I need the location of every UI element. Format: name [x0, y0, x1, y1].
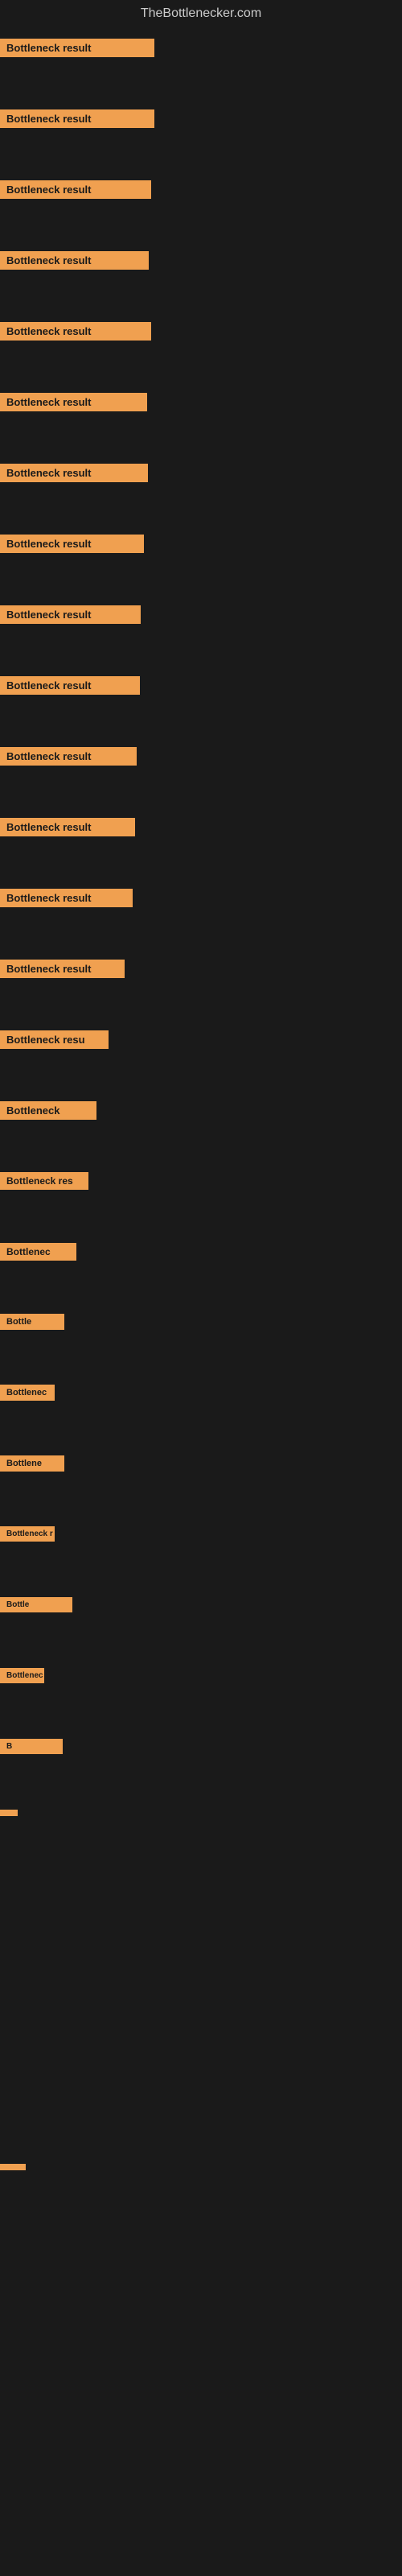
list-item: Bottleneck result [0, 597, 402, 668]
list-item: B [0, 1731, 402, 1802]
bottleneck-label: Bottlenec [0, 1243, 76, 1261]
bottleneck-label: Bottleneck result [0, 251, 149, 270]
bottleneck-label: Bottleneck result [0, 960, 125, 978]
list-item: Bottleneck result [0, 526, 402, 597]
bottleneck-label: Bottleneck result [0, 605, 141, 624]
bottleneck-label: Bottleneck res [0, 1172, 88, 1190]
list-item: Bottlene [0, 1447, 402, 1518]
list-item: Bottleneck resu [0, 1022, 402, 1093]
list-item: Bottleneck result [0, 31, 402, 101]
bottleneck-label: Bottleneck result [0, 109, 154, 128]
list-item [0, 2297, 402, 2368]
list-item: Bottlenec [0, 1660, 402, 1731]
list-item: Bottleneck result [0, 314, 402, 385]
bottleneck-label: Bottleneck result [0, 180, 151, 199]
list-item: Bottleneck result [0, 952, 402, 1022]
list-item: Bottleneck r [0, 1518, 402, 1589]
bottleneck-label: Bottle [0, 1597, 72, 1612]
bottleneck-label: Bottleneck result [0, 676, 140, 695]
list-item: Bottleneck result [0, 739, 402, 810]
list-item: Bottleneck result [0, 385, 402, 456]
list-item [0, 2014, 402, 2085]
list-item [0, 1802, 402, 1872]
list-item: Bo [0, 2085, 402, 2156]
site-title: TheBottlenecker.com [0, 0, 402, 31]
list-item [0, 1872, 402, 1943]
list-item: Bottleneck result [0, 668, 402, 739]
list-item [0, 1943, 402, 2014]
list-item: Bottleneck res [0, 1164, 402, 1235]
bottleneck-label: Bottleneck result [0, 464, 148, 482]
bottleneck-label: Bottlenec [0, 1385, 55, 1401]
bottleneck-label [0, 2164, 26, 2170]
bottleneck-label: B [0, 1739, 63, 1754]
list-item: Bottleneck result [0, 172, 402, 243]
bottleneck-label: Bottleneck result [0, 393, 147, 411]
bottleneck-label: Bottleneck result [0, 322, 151, 341]
list-item [0, 2227, 402, 2297]
bottleneck-label: Bottleneck result [0, 889, 133, 907]
list-item: Bottlenec [0, 1235, 402, 1306]
list-item: Bottleneck [0, 1093, 402, 1164]
bottleneck-label: Bottlenec [0, 1668, 44, 1683]
list-item: Bottleneck result [0, 456, 402, 526]
list-item: Bottlenec [0, 1377, 402, 1447]
list-item: Bottleneck result [0, 101, 402, 172]
bottleneck-label: Bottleneck r [0, 1526, 55, 1542]
bottleneck-label: Bottleneck result [0, 535, 144, 553]
bottleneck-label: Bottleneck [0, 1101, 96, 1120]
list-item [0, 2156, 402, 2227]
bottleneck-label [0, 1810, 18, 1816]
bottleneck-label: Bottleneck result [0, 747, 137, 766]
list-item: Bottleneck result [0, 810, 402, 881]
list-item: Bottleneck result [0, 243, 402, 314]
list-item: Bottle [0, 1589, 402, 1660]
list-item [0, 2368, 402, 2439]
bottleneck-label: Bottleneck result [0, 39, 154, 57]
items-container: Bottleneck result Bottleneck result Bottle… [0, 31, 402, 2439]
bottleneck-label: Bottleneck resu [0, 1030, 109, 1049]
list-item: Bottleneck result [0, 881, 402, 952]
bottleneck-label: Bottlene [0, 1455, 64, 1472]
bottleneck-label: Bottleneck result [0, 818, 135, 836]
list-item: Bottle [0, 1306, 402, 1377]
bottleneck-label: Bottle [0, 1314, 64, 1330]
